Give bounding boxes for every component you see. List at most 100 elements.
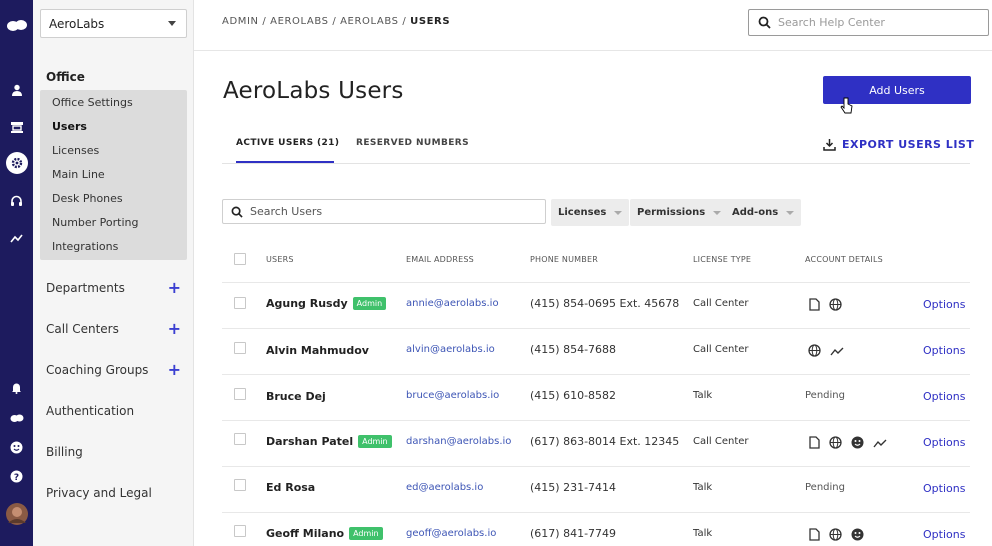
user-email[interactable]: bruce@aerolabs.io [406,390,499,401]
row-divider [222,374,970,375]
user-email[interactable]: annie@aerolabs.io [406,298,499,309]
help-search-input[interactable] [778,16,978,29]
add-department-button[interactable]: + [168,280,181,296]
svg-text:?: ? [14,473,19,483]
row-divider [222,420,970,421]
sidebar-item-desk-phones[interactable]: Desk Phones [52,192,123,205]
user-name[interactable]: Ed Rosa [266,481,315,494]
document-icon[interactable] [809,528,820,541]
column-header-account-details[interactable]: ACCOUNT DETAILS [805,255,883,264]
row-checkbox[interactable] [234,388,246,400]
sidebar-item-call-centers[interactable]: Call Centers + [46,321,181,337]
help-icon[interactable]: ? [0,465,33,487]
export-label: EXPORT USERS LIST [842,138,975,151]
column-header-phone[interactable]: PHONE NUMBER [530,255,598,264]
avatar[interactable] [0,503,33,525]
sidebar-item-number-porting[interactable]: Number Porting [52,216,139,229]
user-name[interactable]: Geoff Milano Admin [266,527,383,540]
sidebar-item-office-settings[interactable]: Office Settings [52,96,133,109]
dialpad-mini-icon[interactable] [0,407,33,429]
sidebar-item-coaching-groups[interactable]: Coaching Groups + [46,362,181,378]
sidebar-item-privacy-legal[interactable]: Privacy and Legal [46,486,181,500]
permissions-filter[interactable]: Permissions [630,199,729,226]
headset-icon[interactable] [0,190,33,212]
user-email[interactable]: alvin@aerolabs.io [406,344,495,355]
dialpad-logo-icon[interactable] [0,15,33,37]
settings-gear-icon[interactable] [0,152,33,174]
options-link[interactable]: Options [923,344,965,357]
options-link[interactable]: Options [923,436,965,449]
filter-label: Permissions [637,207,706,218]
user-name-text: Darshan Patel [266,435,354,448]
face-icon[interactable] [851,436,864,449]
user-name[interactable]: Agung Rusdy Admin [266,297,387,310]
user-phone: (617) 841-7749 [530,527,617,540]
user-email[interactable]: ed@aerolabs.io [406,482,483,493]
column-header-license[interactable]: LICENSE TYPE [693,255,751,264]
pointer-cursor-icon [840,97,854,119]
trend-icon[interactable] [873,438,887,448]
user-search-box[interactable] [222,199,546,224]
user-icon[interactable] [0,79,33,101]
column-header-email[interactable]: EMAIL ADDRESS [406,255,474,264]
sidebar-item-integrations[interactable]: Integrations [52,240,118,253]
export-users-link[interactable]: EXPORT USERS LIST [823,138,974,151]
globe-icon[interactable] [808,344,821,357]
user-license: Talk [693,528,713,539]
row-checkbox[interactable] [234,433,246,445]
options-link[interactable]: Options [923,528,965,541]
row-checkbox[interactable] [234,479,246,491]
options-link[interactable]: Options [923,482,965,495]
globe-icon[interactable] [829,528,842,541]
user-email[interactable]: darshan@aerolabs.io [406,436,511,447]
row-checkbox[interactable] [234,342,246,354]
user-search-input[interactable] [250,205,530,218]
document-icon[interactable] [809,298,820,311]
org-select[interactable]: AeroLabs [40,9,187,38]
addons-filter[interactable]: Add-ons [725,199,802,226]
bell-icon[interactable] [0,377,33,399]
add-call-center-button[interactable]: + [168,321,181,337]
document-icon[interactable] [809,436,820,449]
sidebar-item-authentication[interactable]: Authentication [46,404,181,418]
tab-active-users[interactable]: ACTIVE USERS (21) [236,138,339,148]
options-link[interactable]: Options [923,390,965,403]
sidebar-item-departments[interactable]: Departments + [46,280,181,296]
globe-icon[interactable] [829,436,842,449]
sidebar-item-billing[interactable]: Billing [46,445,181,459]
user-name[interactable]: Bruce Dej [266,390,326,403]
user-license: Call Center [693,298,749,309]
licenses-filter[interactable]: Licenses [551,199,630,226]
office-icon[interactable] [0,117,33,139]
sidebar-item-users[interactable]: Users [52,120,87,133]
header-divider [194,50,992,51]
user-name[interactable]: Alvin Mahmudov [266,344,369,357]
add-coaching-group-button[interactable]: + [168,362,181,378]
org-select-value: AeroLabs [49,16,105,31]
options-link[interactable]: Options [923,298,965,311]
user-email[interactable]: geoff@aerolabs.io [406,528,496,539]
trend-icon[interactable] [830,346,844,356]
help-search-box[interactable] [748,9,989,36]
globe-icon[interactable] [829,298,842,311]
user-phone: (415) 854-7688 [530,343,617,356]
sidebar-item-label: Coaching Groups [46,363,149,377]
account-details [809,528,864,541]
sidebar-item-main-line[interactable]: Main Line [52,168,105,181]
tab-reserved-numbers[interactable]: RESERVED NUMBERS [356,138,469,148]
sidebar-item-licenses[interactable]: Licenses [52,144,99,157]
analytics-trend-icon[interactable] [0,227,33,249]
breadcrumb-path[interactable]: ADMIN / AEROLABS / AEROLABS / [222,16,410,27]
row-divider [222,328,970,329]
face-icon[interactable] [851,528,864,541]
user-name[interactable]: Darshan Patel Admin [266,435,392,448]
breadcrumb: ADMIN / AEROLABS / AEROLABS / USERS [222,16,450,27]
chevron-down-icon [614,210,623,215]
row-checkbox[interactable] [234,525,246,537]
download-icon [823,139,836,151]
column-header-users[interactable]: USERS [266,255,294,264]
row-checkbox[interactable] [234,297,246,309]
select-all-checkbox[interactable] [234,253,246,265]
face-support-icon[interactable] [0,436,33,458]
sidebar-item-label: Billing [46,445,83,459]
